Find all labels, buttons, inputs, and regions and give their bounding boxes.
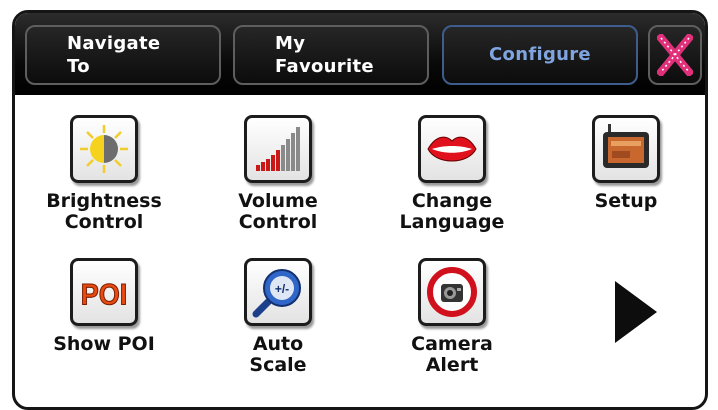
volume-control-label: Volume Control (238, 190, 318, 233)
brightness-control-label: Brightness Control (46, 190, 162, 233)
auto-scale-label: Auto Scale (249, 333, 307, 376)
volume-bars-icon (244, 115, 312, 183)
top-tab-bar: Navigate To My Favourite Configure (15, 13, 705, 95)
change-language-button[interactable]: Change Language (377, 115, 527, 233)
tab-navigate-to[interactable]: Navigate To (25, 25, 221, 85)
auto-scale-button[interactable]: +/- Auto Scale (203, 258, 353, 376)
brightness-control-button[interactable]: Brightness Control (29, 115, 179, 233)
volume-control-button[interactable]: Volume Control (203, 115, 353, 233)
show-poi-label: Show POI (53, 333, 155, 355)
poi-icon-text: POI (81, 279, 128, 312)
zoom-icon-text: +/- (275, 282, 289, 296)
camera-alert-button[interactable]: Camera Alert (377, 258, 527, 376)
tab-fav-line2: Favourite (275, 56, 374, 77)
tab-navigate-line2: To (67, 56, 90, 77)
tab-configure-label: Configure (489, 44, 591, 65)
device-setup-icon (592, 115, 660, 183)
brightness-icon (70, 115, 138, 183)
camera-alert-icon (418, 258, 486, 326)
close-x-icon (657, 34, 693, 76)
setup-label: Setup (594, 190, 658, 212)
change-language-label: Change Language (399, 190, 505, 233)
play-right-arrow-icon[interactable] (611, 279, 661, 345)
poi-icon: POI (70, 258, 138, 326)
setup-button[interactable]: Setup (551, 115, 701, 212)
main-window: Navigate To My Favourite Configure Brigh… (12, 10, 708, 410)
camera-alert-label: Camera Alert (411, 333, 493, 376)
tab-configure[interactable]: Configure (442, 25, 638, 85)
lips-icon (418, 115, 486, 183)
tab-fav-line1: My (275, 33, 306, 54)
tab-my-favourite[interactable]: My Favourite (233, 25, 429, 85)
close-button[interactable] (648, 25, 702, 85)
tab-navigate-line1: Navigate (67, 33, 161, 54)
show-poi-button[interactable]: POI Show POI (29, 258, 179, 355)
zoom-scale-icon: +/- (244, 258, 312, 326)
